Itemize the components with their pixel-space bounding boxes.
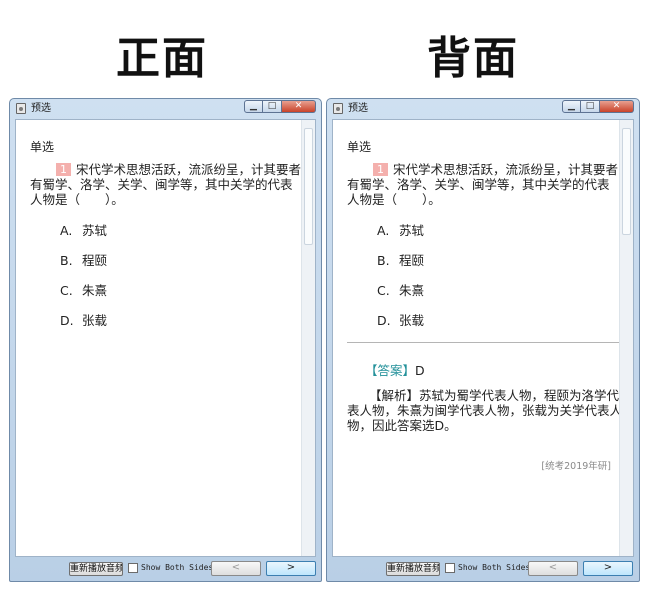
window-title: 预选: [31, 103, 51, 114]
option-letter: C.: [377, 283, 390, 298]
scrollbar-thumb[interactable]: [622, 128, 631, 235]
title-bar[interactable]: 预选 ▁ □ ✕: [327, 99, 639, 119]
option-letter: D.: [60, 313, 74, 328]
answer-divider: [347, 342, 624, 343]
option-text: 苏轼: [399, 223, 425, 238]
minimize-button[interactable]: ▁: [244, 100, 263, 113]
source-note: [统考2019年研]: [541, 461, 611, 472]
option-text: 苏轼: [82, 223, 108, 238]
app-icon: [16, 103, 26, 114]
analysis-text: 【解析】苏轼为蜀学代表人物，程颐为洛学代表人物，朱熹为闽学代表人物，张载为关学代…: [347, 388, 623, 433]
show-both-sides-label[interactable]: Show Both Sides: [141, 562, 213, 574]
option-list: A. 苏轼 B. 程颐 C. 朱熹 D. 张载: [60, 224, 107, 344]
option-letter: A.: [60, 223, 73, 238]
option-c: C. 朱熹: [377, 284, 424, 314]
close-button[interactable]: ✕: [282, 100, 316, 113]
question-type: 单选: [30, 140, 55, 154]
option-letter: A.: [377, 223, 390, 238]
vertical-scrollbar[interactable]: [619, 120, 633, 556]
question-number-badge: 1: [373, 163, 388, 176]
window-title: 预选: [348, 103, 368, 114]
back-preview-window: 预选 ▁ □ ✕ 单选 1 宋代学术思想活跃，流派纷呈，计其要者有蜀学、洛学、关学…: [326, 98, 640, 582]
option-text: 朱熹: [82, 283, 108, 298]
option-letter: B.: [377, 253, 390, 268]
window-controls: ▁ □ ✕: [562, 100, 634, 114]
answer-tag: 【答案】: [365, 363, 416, 378]
answer-value: D: [415, 363, 425, 378]
scrollbar-thumb[interactable]: [304, 128, 313, 245]
question-type: 单选: [347, 140, 372, 154]
previous-button[interactable]: <: [528, 561, 578, 576]
card-content: 单选 1 宋代学术思想活跃，流派纷呈，计其要者有蜀学、洛学、关学、闽学等，其中关学…: [15, 119, 316, 557]
option-letter: C.: [60, 283, 73, 298]
option-text: 张载: [82, 313, 108, 328]
minimize-button[interactable]: ▁: [562, 100, 581, 113]
option-d: D. 张载: [60, 314, 107, 344]
footer-bar: 重新播放音频 Show Both Sides < >: [327, 557, 639, 581]
option-a: A. 苏轼: [60, 224, 107, 254]
option-b: B. 程颐: [60, 254, 107, 284]
option-c: C. 朱熹: [60, 284, 107, 314]
maximize-button[interactable]: □: [581, 100, 600, 113]
footer-bar: 重新播放音频 Show Both Sides < >: [10, 557, 321, 581]
app-icon: [333, 103, 343, 114]
analysis-tag: 【解析】: [369, 388, 420, 403]
option-b: B. 程颐: [377, 254, 424, 284]
option-text: 程颐: [399, 253, 425, 268]
back-heading: 背面: [427, 33, 519, 84]
question-number-badge: 1: [56, 163, 71, 176]
replay-audio-button[interactable]: 重新播放音频: [69, 562, 123, 576]
next-button[interactable]: >: [583, 561, 633, 576]
option-letter: B.: [60, 253, 73, 268]
maximize-button[interactable]: □: [263, 100, 282, 113]
card-content: 单选 1 宋代学术思想活跃，流派纷呈，计其要者有蜀学、洛学、关学、闽学等，其中关学…: [332, 119, 634, 557]
option-a: A. 苏轼: [377, 224, 424, 254]
vertical-scrollbar[interactable]: [301, 120, 315, 556]
option-list: A. 苏轼 B. 程颐 C. 朱熹 D. 张载: [377, 224, 424, 344]
front-preview-window: 预选 ▁ □ ✕ 单选 1 宋代学术思想活跃，流派纷呈，计其要者有蜀学、洛学、关学…: [9, 98, 322, 582]
front-heading: 正面: [116, 33, 208, 84]
previous-button[interactable]: <: [211, 561, 261, 576]
close-button[interactable]: ✕: [600, 100, 634, 113]
option-d: D. 张载: [377, 314, 424, 344]
option-text: 程颐: [82, 253, 108, 268]
answer-line: 【答案】D: [365, 360, 425, 379]
title-bar[interactable]: 预选 ▁ □ ✕: [10, 99, 321, 119]
window-controls: ▁ □ ✕: [244, 100, 316, 114]
next-button[interactable]: >: [266, 561, 316, 576]
show-both-sides-checkbox[interactable]: [128, 563, 138, 573]
show-both-sides-checkbox[interactable]: [445, 563, 455, 573]
replay-audio-button[interactable]: 重新播放音频: [386, 562, 440, 576]
question-stem: 1 宋代学术思想活跃，流派纷呈，计其要者有蜀学、洛学、关学、闽学等，其中关学的代表…: [30, 162, 302, 207]
option-text: 朱熹: [399, 283, 425, 298]
option-text: 张载: [399, 313, 425, 328]
option-letter: D.: [377, 313, 391, 328]
show-both-sides-label[interactable]: Show Both Sides: [458, 562, 530, 574]
question-stem: 1 宋代学术思想活跃，流派纷呈，计其要者有蜀学、洛学、关学、闽学等，其中关学的代表…: [347, 162, 619, 207]
